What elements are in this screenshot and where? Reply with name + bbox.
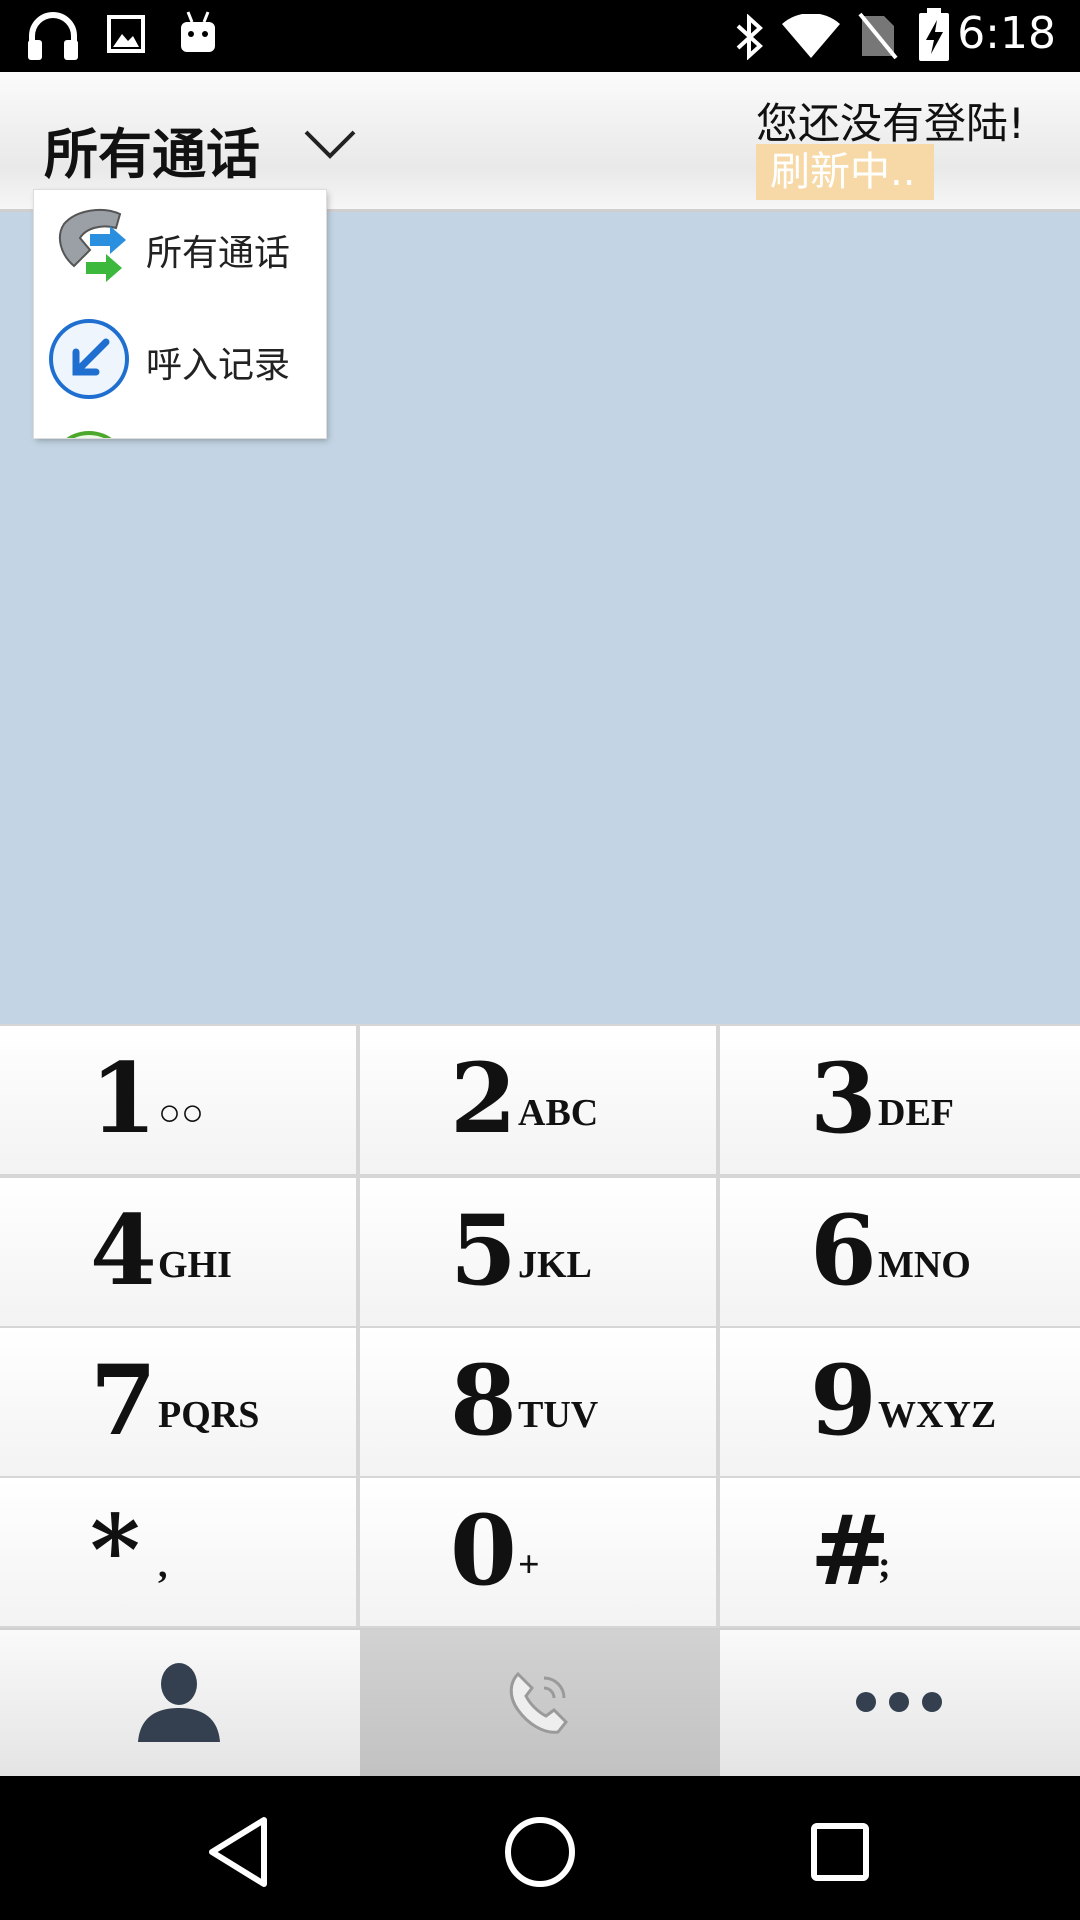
call-filter-dropdown: 所有通话 呼入记录 bbox=[34, 190, 326, 438]
headphones-icon bbox=[28, 12, 78, 60]
refresh-status-badge: 刷新中.. bbox=[756, 144, 934, 200]
key-7[interactable]: 7 PQRS bbox=[0, 1328, 356, 1476]
bottom-nav bbox=[0, 1628, 1080, 1776]
key-letters: WXYZ bbox=[878, 1394, 997, 1436]
page-title[interactable]: 所有通话 bbox=[44, 110, 260, 189]
key-5[interactable]: 5 JKL bbox=[360, 1178, 716, 1326]
incoming-call-icon bbox=[49, 319, 129, 399]
key-6[interactable]: 6 MNO bbox=[720, 1178, 1080, 1326]
system-nav-bar bbox=[0, 1776, 1080, 1920]
key-9[interactable]: 9 WXYZ bbox=[720, 1328, 1080, 1476]
status-time: 6:18 bbox=[957, 8, 1056, 59]
image-icon bbox=[107, 15, 145, 53]
key-letters: TUV bbox=[518, 1394, 599, 1436]
call-log-icon bbox=[509, 1671, 569, 1734]
key-digit: 9 bbox=[810, 1344, 877, 1457]
battery-charging-icon bbox=[919, 8, 949, 61]
dial-keypad: 1 ○○ 2 ABC 3 DEF 4 GHI 5 JKL 6 MNO 7 PQR… bbox=[0, 1024, 1080, 1628]
key-letters: ; bbox=[878, 1544, 891, 1586]
voicemail-icon: ○○ bbox=[158, 1092, 204, 1134]
back-icon[interactable] bbox=[200, 1812, 280, 1892]
bluetooth-icon bbox=[736, 14, 763, 60]
key-letters: DEF bbox=[878, 1092, 954, 1134]
key-2[interactable]: 2 ABC bbox=[360, 1026, 716, 1174]
key-8[interactable]: 8 TUV bbox=[360, 1328, 716, 1476]
key-digit: 7 bbox=[90, 1344, 157, 1457]
key-letters: , bbox=[158, 1544, 168, 1586]
chevron-down-icon[interactable] bbox=[300, 124, 360, 164]
key-digit: 2 bbox=[450, 1042, 517, 1155]
key-3[interactable]: 3 DEF bbox=[720, 1026, 1080, 1174]
key-letters: + bbox=[518, 1544, 540, 1586]
key-digit: 8 bbox=[450, 1344, 517, 1457]
key-digit: 5 bbox=[450, 1194, 517, 1307]
nav-more-button[interactable] bbox=[720, 1630, 1080, 1776]
key-0[interactable]: 0 + bbox=[360, 1478, 716, 1626]
key-star[interactable]: * , bbox=[0, 1478, 356, 1626]
dropdown-item-incoming-calls[interactable]: 呼入记录 bbox=[34, 302, 326, 414]
key-digit: 1 bbox=[90, 1042, 157, 1155]
key-digit: 0 bbox=[450, 1494, 517, 1607]
key-letters: GHI bbox=[158, 1244, 232, 1286]
key-1[interactable]: 1 ○○ bbox=[0, 1026, 356, 1174]
home-icon[interactable] bbox=[500, 1812, 580, 1892]
dropdown-item-label: 所有通话 bbox=[146, 233, 291, 274]
key-digit: 3 bbox=[810, 1042, 877, 1155]
recents-icon[interactable] bbox=[800, 1812, 880, 1892]
key-letters: PQRS bbox=[158, 1394, 260, 1436]
key-letters: JKL bbox=[518, 1244, 592, 1286]
dropdown-item-label: 呼入记录 bbox=[146, 345, 291, 386]
more-icon bbox=[856, 1692, 942, 1712]
key-digit: 6 bbox=[810, 1194, 877, 1307]
all-calls-icon bbox=[58, 208, 126, 282]
outgoing-call-icon bbox=[66, 431, 112, 438]
contacts-icon bbox=[138, 1663, 220, 1742]
wifi-icon bbox=[782, 14, 840, 58]
nav-dialpad-button[interactable] bbox=[360, 1630, 720, 1776]
key-letters: MNO bbox=[878, 1244, 971, 1286]
key-letters: ABC bbox=[518, 1092, 599, 1134]
android-icon bbox=[181, 11, 215, 52]
nav-contacts-button[interactable] bbox=[0, 1630, 360, 1776]
key-digit: * bbox=[90, 1494, 141, 1607]
key-hash[interactable]: # ; bbox=[720, 1478, 1080, 1626]
status-bar: 6:18 bbox=[0, 0, 1080, 72]
key-4[interactable]: 4 GHI bbox=[0, 1178, 356, 1326]
key-digit: 4 bbox=[90, 1194, 157, 1307]
no-sim-icon bbox=[858, 12, 898, 60]
dropdown-item-partial[interactable] bbox=[34, 414, 326, 438]
dropdown-item-all-calls[interactable]: 所有通话 bbox=[34, 190, 326, 302]
login-status-text: 您还没有登陆! bbox=[756, 99, 1025, 148]
